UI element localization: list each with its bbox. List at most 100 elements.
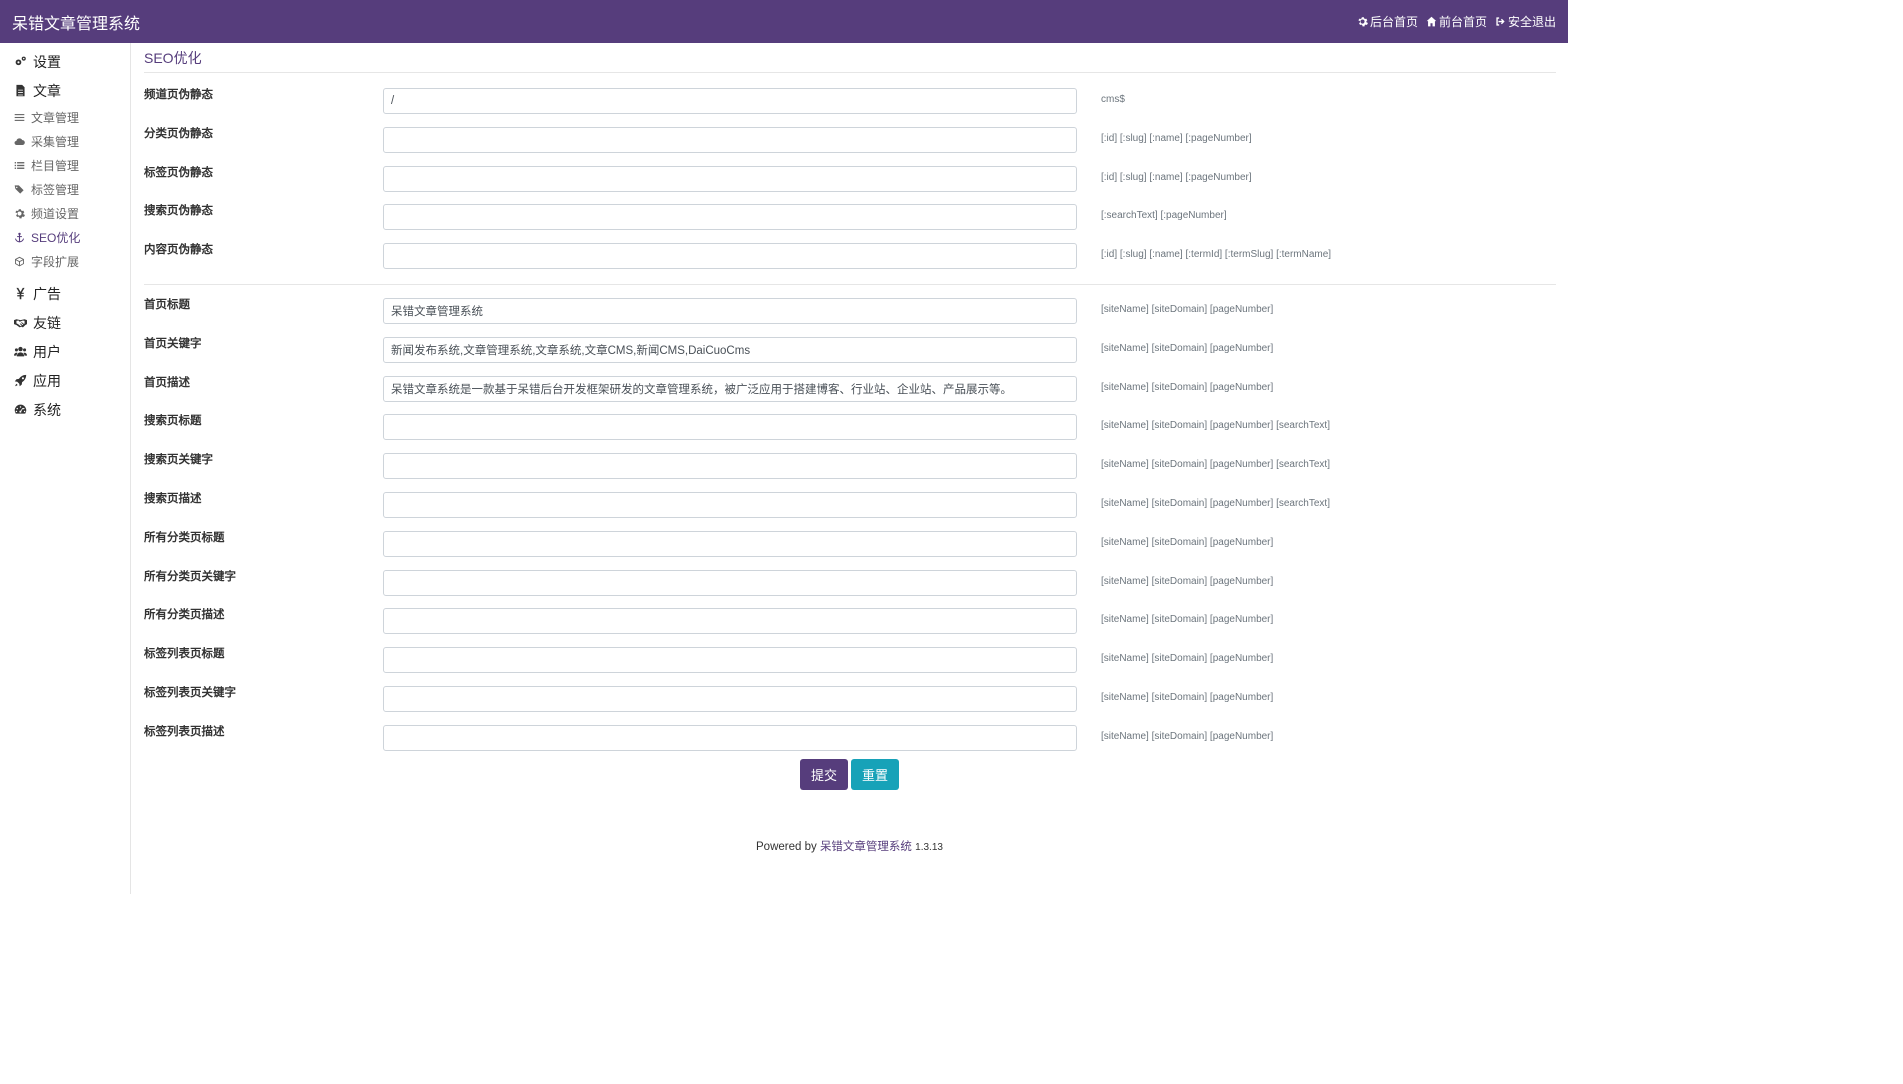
- field-label: 频道页伪静态: [144, 89, 213, 101]
- gear-icon: [1358, 17, 1368, 27]
- field-hint: [:id] [:slug] [:name] [:termId] [:termSl…: [1101, 249, 1332, 261]
- submit-button[interactable]: 提交: [800, 759, 849, 790]
- top-links: 后台首页 前台首页 安全退出: [1357, 13, 1556, 30]
- admin-home-link[interactable]: 后台首页: [1357, 13, 1418, 30]
- sidebar-group-label: 友链: [33, 314, 61, 331]
- sidebar-group-users[interactable]: 用户: [0, 337, 130, 366]
- footer-prefix: Powered by: [756, 841, 817, 853]
- anchor-icon: [15, 232, 24, 242]
- field-hint: [siteName] [siteDomain] [pageNumber] [se…: [1101, 497, 1330, 509]
- sidebar-item-label: 文章管理: [31, 110, 80, 125]
- sidebar-item-channel-settings[interactable]: 频道设置: [0, 201, 130, 225]
- categories-keywords-input[interactable]: [383, 569, 1077, 596]
- tag-rewrite-input[interactable]: [383, 165, 1077, 192]
- field-label: 分类页伪静态: [144, 127, 213, 140]
- users-icon: [14, 346, 27, 357]
- sidebar-group-label: 系统: [33, 401, 61, 418]
- seo-form: 频道页伪静态 cms$ 分类页伪静态 [:id] [:slug] [:name]…: [144, 73, 1556, 763]
- sidebar-group-settings[interactable]: 设置: [0, 47, 130, 76]
- cogs-icon: [15, 56, 26, 66]
- home-keywords-input[interactable]: [383, 336, 1077, 363]
- field-hint: [:searchText] [:pageNumber]: [1101, 210, 1227, 222]
- sidebar-item-seo[interactable]: SEO优化: [0, 225, 130, 249]
- field-hint: cms$: [1101, 94, 1125, 105]
- sidebar-group-system[interactable]: 系统: [0, 395, 130, 424]
- field-hint: [siteName] [siteDomain] [pageNumber]: [1101, 575, 1274, 587]
- form-row-tag-rewrite: 标签页伪静态 [:id] [:slug] [:name] [:pageNumbe…: [144, 165, 1556, 204]
- form-row-taglist-title: 标签列表页标题 [siteName] [siteDomain] [pageNum…: [144, 646, 1556, 685]
- field-label: 标签列表页关键字: [144, 686, 236, 699]
- form-row-search-keywords: 搜索页关键字 [siteName] [siteDomain] [pageNumb…: [144, 452, 1556, 491]
- handshake-icon: [14, 319, 27, 328]
- field-label: 所有分类页描述: [144, 609, 225, 622]
- file-icon: [16, 84, 25, 97]
- sidebar-item-article-manage[interactable]: 文章管理: [0, 105, 130, 129]
- cube-icon: [15, 256, 24, 266]
- search-title-input[interactable]: [383, 414, 1077, 441]
- sidebar-item-label: 采集管理: [31, 134, 80, 149]
- section-divider: [144, 283, 1556, 285]
- search-keywords-input[interactable]: [383, 453, 1077, 480]
- sidebar-item-label: 栏目管理: [31, 158, 80, 173]
- search-rewrite-input[interactable]: [383, 204, 1077, 231]
- field-label: 首页标题: [144, 298, 190, 311]
- home-title-input[interactable]: [383, 297, 1077, 324]
- sidebar-item-field-extend[interactable]: 字段扩展: [0, 249, 130, 273]
- categories-title-input[interactable]: [383, 530, 1077, 557]
- field-hint: [siteName] [siteDomain] [pageNumber] [se…: [1101, 420, 1330, 432]
- sidebar-group-article[interactable]: 文章: [0, 76, 130, 105]
- categories-description-input[interactable]: [383, 608, 1077, 635]
- form-row-home-description: 首页描述 [siteName] [siteDomain] [pageNumber…: [144, 375, 1556, 414]
- page-title: SEO优化: [144, 43, 1556, 73]
- field-hint: [:id] [:slug] [:name] [:pageNumber]: [1101, 132, 1252, 144]
- form-row-search-rewrite: 搜索页伪静态 [:searchText] [:pageNumber]: [144, 203, 1556, 242]
- field-hint: [siteName] [siteDomain] [pageNumber]: [1101, 381, 1274, 393]
- field-label: 标签列表页描述: [144, 725, 225, 738]
- taglist-keywords-input[interactable]: [383, 685, 1077, 712]
- sidebar-group-label: 文章: [33, 82, 61, 99]
- admin-home-label: 后台首页: [1369, 15, 1418, 29]
- search-description-input[interactable]: [383, 491, 1077, 518]
- field-label: 搜索页描述: [144, 492, 202, 505]
- sidebar-group-label: 设置: [33, 53, 61, 70]
- main-content: SEO优化 频道页伪静态 cms$ 分类页伪静态 [:id] [:slug] […: [144, 43, 1556, 853]
- sign-out-icon: [1496, 17, 1505, 26]
- sidebar-group-ads[interactable]: 广告: [0, 279, 130, 308]
- dashboard-icon: [14, 404, 27, 414]
- field-hint: [siteName] [siteDomain] [pageNumber]: [1101, 342, 1274, 354]
- form-row-category-rewrite: 分类页伪静态 [:id] [:slug] [:name] [:pageNumbe…: [144, 126, 1556, 165]
- content-rewrite-input[interactable]: [383, 243, 1077, 270]
- field-label: 搜索页关键字: [144, 454, 213, 467]
- list-icon: [14, 161, 25, 169]
- category-rewrite-input[interactable]: [383, 126, 1077, 153]
- taglist-title-input[interactable]: [383, 647, 1077, 674]
- sidebar-item-tag-manage[interactable]: 标签管理: [0, 177, 130, 201]
- bars-icon: [14, 113, 25, 121]
- form-row-content-rewrite: 内容页伪静态 [:id] [:slug] [:name] [:termId] […: [144, 242, 1556, 281]
- sidebar-item-label: 标签管理: [31, 182, 80, 197]
- form-row-categories-description: 所有分类页描述 [siteName] [siteDomain] [pageNum…: [144, 607, 1556, 646]
- reset-button[interactable]: 重置: [851, 759, 900, 790]
- sidebar-group-apps[interactable]: 应用: [0, 366, 130, 395]
- field-hint: [:id] [:slug] [:name] [:pageNumber]: [1101, 171, 1252, 183]
- brand-title[interactable]: 呆错文章管理系统: [12, 10, 140, 34]
- field-hint: [siteName] [siteDomain] [pageNumber]: [1101, 536, 1274, 548]
- field-hint: [siteName] [siteDomain] [pageNumber]: [1101, 730, 1274, 742]
- top-navbar: 呆错文章管理系统 后台首页 前台首页 安全退出: [0, 0, 1568, 43]
- field-hint: [siteName] [siteDomain] [pageNumber]: [1101, 653, 1274, 665]
- logout-link[interactable]: 安全退出: [1495, 13, 1556, 30]
- form-row-categories-title: 所有分类页标题 [siteName] [siteDomain] [pageNum…: [144, 530, 1556, 569]
- logout-label: 安全退出: [1507, 15, 1556, 29]
- sidebar-item-collect-manage[interactable]: 采集管理: [0, 129, 130, 153]
- home-icon: [1426, 16, 1437, 27]
- sidebar-item-category-manage[interactable]: 栏目管理: [0, 153, 130, 177]
- home-description-input[interactable]: [383, 375, 1077, 402]
- channel-rewrite-input[interactable]: [383, 88, 1077, 114]
- footer-link[interactable]: 呆错文章管理系统: [820, 841, 912, 853]
- field-hint: [siteName] [siteDomain] [pageNumber]: [1101, 691, 1274, 703]
- taglist-description-input[interactable]: [383, 724, 1077, 751]
- sidebar-group-links[interactable]: 友链: [0, 308, 130, 337]
- form-actions: 提交 重置: [800, 759, 900, 790]
- field-label: 标签列表页标题: [144, 648, 225, 661]
- front-home-link[interactable]: 前台首页: [1426, 13, 1487, 30]
